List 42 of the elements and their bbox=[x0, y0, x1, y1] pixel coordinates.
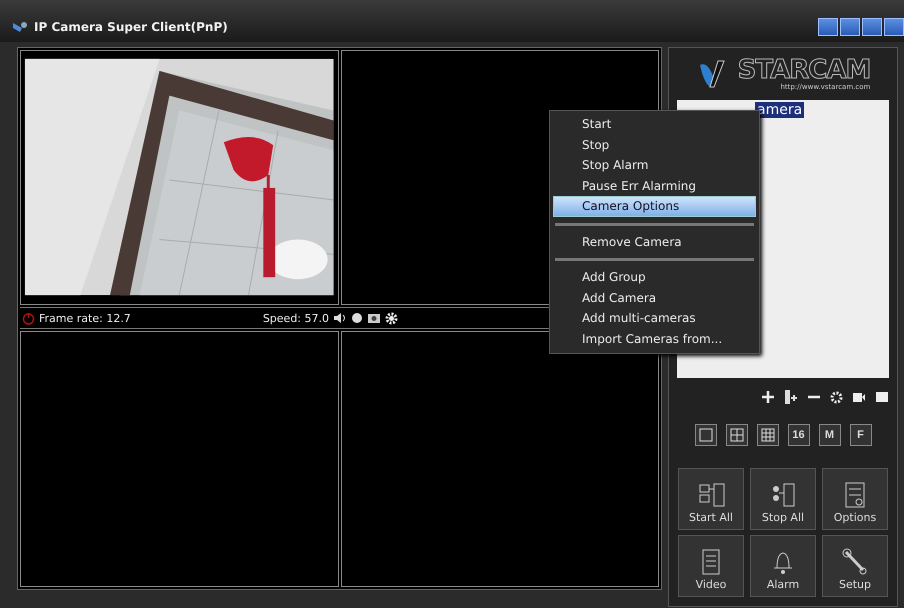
menu-item[interactable]: Add multi-cameras bbox=[553, 308, 756, 328]
nine-view-icon bbox=[760, 428, 774, 442]
power-icon[interactable] bbox=[22, 312, 35, 324]
toolbar-button[interactable]: Stop All bbox=[750, 468, 816, 530]
add-group-icon[interactable] bbox=[784, 389, 798, 405]
snapshot-icon[interactable] bbox=[367, 312, 381, 324]
layout-button[interactable]: 16 bbox=[788, 424, 810, 446]
menu-item[interactable]: Add Camera bbox=[553, 288, 756, 308]
start-icon bbox=[697, 481, 725, 509]
toolbar-button[interactable]: Video bbox=[678, 535, 744, 597]
gear-icon[interactable] bbox=[385, 312, 398, 324]
menu-item[interactable]: Stop Alarm bbox=[553, 155, 756, 176]
menu-item[interactable]: Pause Err Alarming bbox=[553, 176, 756, 196]
gear-icon[interactable] bbox=[830, 390, 843, 404]
menu-item[interactable]: Camera Options bbox=[553, 196, 756, 216]
menu-item[interactable]: Start bbox=[553, 114, 756, 134]
menu-item[interactable]: Import Cameras from... bbox=[553, 328, 756, 349]
toolbar-button[interactable]: Start All bbox=[678, 468, 744, 530]
layout-button[interactable] bbox=[756, 424, 778, 446]
menu-item[interactable]: Stop bbox=[553, 134, 756, 155]
menu-item[interactable]: Add Group bbox=[553, 267, 756, 288]
video-cell[interactable] bbox=[20, 331, 338, 587]
record-icon[interactable] bbox=[351, 312, 363, 324]
quad-view-icon bbox=[730, 428, 744, 442]
layout-button[interactable] bbox=[726, 424, 748, 446]
brand-logo: STARCAM bbox=[738, 57, 870, 83]
layout-button[interactable] bbox=[694, 424, 716, 446]
single-view-icon bbox=[698, 428, 712, 442]
plus-icon[interactable] bbox=[761, 390, 775, 404]
layout-button[interactable]: M bbox=[818, 424, 840, 446]
menu-item[interactable]: Remove Camera bbox=[553, 232, 756, 252]
frame-rate-text: Frame rate: 12.7 bbox=[39, 312, 131, 324]
tree-item[interactable]: amera bbox=[755, 102, 804, 118]
toolbar-button[interactable]: Alarm bbox=[750, 535, 816, 597]
speed-text: Speed: 57.0 bbox=[262, 312, 329, 324]
layout-button[interactable]: F bbox=[850, 424, 872, 446]
toolbar-button[interactable]: Options bbox=[822, 468, 888, 530]
window-title: IP Camera Super Client(PnP) bbox=[34, 20, 228, 34]
speaker-icon[interactable] bbox=[333, 312, 347, 324]
toolbar-button[interactable]: Setup bbox=[822, 535, 888, 597]
screen-icon[interactable] bbox=[875, 391, 889, 403]
setup-icon bbox=[841, 548, 869, 576]
